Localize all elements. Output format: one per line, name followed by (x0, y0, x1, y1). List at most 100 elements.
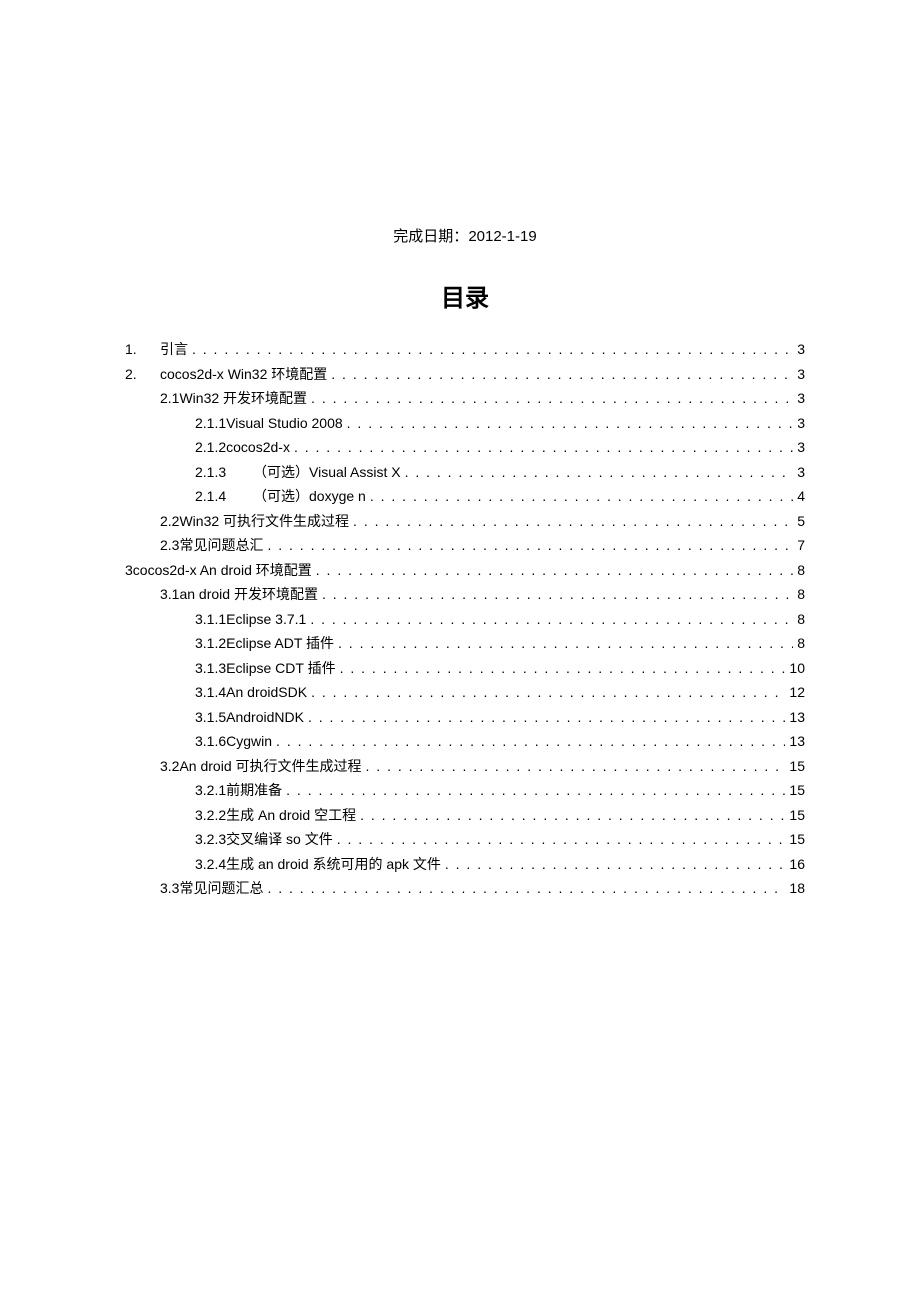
toc-entry-number: 3.2.2 (195, 803, 226, 828)
toc-entry-number: 2.1.4 (195, 484, 253, 509)
toc-entry-page: 15 (789, 778, 805, 803)
toc-entry-number: 2.1.3 (195, 460, 253, 485)
toc-entry: 2.cocos2d-x Win32 环境配置. . . . . . . . . … (125, 362, 805, 387)
toc-entry-title: 引言 (160, 337, 188, 362)
toc-entry: 2.1.1 Visual Studio 2008. . . . . . . . … (125, 411, 805, 436)
toc-entry-page: 10 (789, 656, 805, 681)
toc-entry-number: 3.2.3 (195, 827, 226, 852)
toc-entry-title: an droid 开发环境配置 (179, 582, 317, 607)
toc-leader-dots: . . . . . . . . . . . . . . . . . . . . … (340, 656, 786, 681)
completion-date-value: 2012-1-19 (468, 228, 536, 245)
toc-entry: 3.1 an droid 开发环境配置. . . . . . . . . . .… (125, 582, 805, 607)
toc-entry-number: 2.1 (160, 386, 179, 411)
toc-entry-page: 15 (789, 803, 805, 828)
completion-date-label: 完成日期： (393, 228, 468, 245)
toc-leader-dots: . . . . . . . . . . . . . . . . . . . . … (311, 386, 793, 411)
toc-leader-dots: . . . . . . . . . . . . . . . . . . . . … (322, 582, 793, 607)
toc-entry-title: 常见问题汇总 (179, 876, 263, 901)
toc-leader-dots: . . . . . . . . . . . . . . . . . . . . … (311, 680, 785, 705)
toc-entry-page: 3 (797, 337, 805, 362)
toc-entry-page: 4 (797, 484, 805, 509)
toc-entry-title: Eclipse 3.7.1 (226, 607, 306, 632)
toc-entry-page: 15 (789, 827, 805, 852)
toc-leader-dots: . . . . . . . . . . . . . . . . . . . . … (308, 705, 785, 730)
toc-entry-title: 生成 an droid 系统可用的 apk 文件 (226, 852, 441, 877)
completion-date-line: 完成日期：2012-1-19 (125, 225, 805, 246)
toc-leader-dots: . . . . . . . . . . . . . . . . . . . . … (267, 533, 793, 558)
toc-entry: 3.1.1 Eclipse 3.7.1. . . . . . . . . . .… (125, 607, 805, 632)
toc-leader-dots: . . . . . . . . . . . . . . . . . . . . … (405, 460, 794, 485)
toc-leader-dots: . . . . . . . . . . . . . . . . . . . . … (353, 509, 793, 534)
toc-entry: 3.1.6 Cygwin. . . . . . . . . . . . . . … (125, 729, 805, 754)
toc-leader-dots: . . . . . . . . . . . . . . . . . . . . … (347, 411, 794, 436)
toc-entry: 3.1.5 AndroidNDK. . . . . . . . . . . . … (125, 705, 805, 730)
toc-leader-dots: . . . . . . . . . . . . . . . . . . . . … (310, 607, 793, 632)
toc-entry-page: 13 (789, 705, 805, 730)
toc-entry: 3.3 常见问题汇总. . . . . . . . . . . . . . . … (125, 876, 805, 901)
toc-entry: 2.1.3（可选）Visual Assist X. . . . . . . . … (125, 460, 805, 485)
toc-entry: 3.2.3 交叉编译 so 文件. . . . . . . . . . . . … (125, 827, 805, 852)
toc-entry-title: 前期准备 (226, 778, 282, 803)
toc-entry-title: Eclipse ADT 插件 (226, 631, 334, 656)
toc-entry-number: 2.3 (160, 533, 179, 558)
toc-entry-title: AndroidNDK (226, 705, 304, 730)
toc-entry-page: 8 (797, 631, 805, 656)
toc-entry-page: 15 (789, 754, 805, 779)
toc-leader-dots: . . . . . . . . . . . . . . . . . . . . … (337, 827, 786, 852)
toc-leader-dots: . . . . . . . . . . . . . . . . . . . . … (366, 754, 786, 779)
toc-entry: 2.3 常见问题总汇. . . . . . . . . . . . . . . … (125, 533, 805, 558)
toc-entry-page: 3 (797, 411, 805, 436)
toc-entry-number: 3.1.5 (195, 705, 226, 730)
toc-entry-number: 3.1.3 (195, 656, 226, 681)
toc-entry-title: cocos2d-x An droid 环境配置 (133, 558, 312, 583)
toc-leader-dots: . . . . . . . . . . . . . . . . . . . . … (286, 778, 785, 803)
toc-entry: 1.引言. . . . . . . . . . . . . . . . . . … (125, 337, 805, 362)
toc-entry-title: Eclipse CDT 插件 (226, 656, 335, 681)
toc-entry-title: Visual Studio 2008 (226, 411, 343, 436)
toc-entry: 3.2.1 前期准备. . . . . . . . . . . . . . . … (125, 778, 805, 803)
toc-entry-page: 3 (797, 460, 805, 485)
toc-leader-dots: . . . . . . . . . . . . . . . . . . . . … (316, 558, 793, 583)
toc-entry: 2.1.2 cocos2d-x. . . . . . . . . . . . .… (125, 435, 805, 460)
toc-entry-title: Win32 可执行文件生成过程 (179, 509, 349, 534)
toc-entry: 3.1.2 Eclipse ADT 插件. . . . . . . . . . … (125, 631, 805, 656)
toc-leader-dots: . . . . . . . . . . . . . . . . . . . . … (370, 484, 793, 509)
toc-entry-number: 3.1.1 (195, 607, 226, 632)
toc-entry-number: 3.3 (160, 876, 179, 901)
toc-entry-page: 8 (797, 582, 805, 607)
toc-entry-title: cocos2d-x Win32 环境配置 (160, 362, 327, 387)
toc-entry-number: 2.2 (160, 509, 179, 534)
toc-entry-number: 3.2.4 (195, 852, 226, 877)
toc-entry-title: 交叉编译 so 文件 (226, 827, 333, 852)
toc-entry-title: 生成 An droid 空工程 (226, 803, 356, 828)
toc-entry-title: cocos2d-x (226, 435, 290, 460)
toc-leader-dots: . . . . . . . . . . . . . . . . . . . . … (338, 631, 793, 656)
toc-entry-title: （可选）doxyge n (253, 484, 366, 509)
toc-entry-page: 8 (797, 607, 805, 632)
toc-entry-number: 3.1.6 (195, 729, 226, 754)
toc-leader-dots: . . . . . . . . . . . . . . . . . . . . … (192, 337, 793, 362)
toc-entry-title: Win32 开发环境配置 (179, 386, 307, 411)
toc-entry: 3.1.3 Eclipse CDT 插件. . . . . . . . . . … (125, 656, 805, 681)
toc-entry: 2.1 Win32 开发环境配置. . . . . . . . . . . . … (125, 386, 805, 411)
toc-entry: 3.2 An droid 可执行文件生成过程. . . . . . . . . … (125, 754, 805, 779)
toc-entry: 3.2.2 生成 An droid 空工程. . . . . . . . . .… (125, 803, 805, 828)
toc-leader-dots: . . . . . . . . . . . . . . . . . . . . … (294, 435, 793, 460)
toc-entry-page: 3 (797, 386, 805, 411)
toc-leader-dots: . . . . . . . . . . . . . . . . . . . . … (445, 852, 786, 877)
toc-entry-title: Cygwin (226, 729, 272, 754)
toc-entry-page: 3 (797, 435, 805, 460)
toc-entry-page: 7 (797, 533, 805, 558)
toc-entry-title: 常见问题总汇 (179, 533, 263, 558)
toc-entry-title: （可选）Visual Assist X (253, 460, 401, 485)
toc-list: 1.引言. . . . . . . . . . . . . . . . . . … (125, 337, 805, 901)
toc-entry-page: 18 (789, 876, 805, 901)
toc-entry-title: An droid 可执行文件生成过程 (179, 754, 361, 779)
toc-entry-page: 13 (789, 729, 805, 754)
toc-entry-number: 2. (125, 362, 160, 387)
toc-entry-page: 5 (797, 509, 805, 534)
toc-entry: 2.2 Win32 可执行文件生成过程. . . . . . . . . . .… (125, 509, 805, 534)
toc-entry: 3.1.4 An droidSDK. . . . . . . . . . . .… (125, 680, 805, 705)
toc-leader-dots: . . . . . . . . . . . . . . . . . . . . … (360, 803, 785, 828)
toc-entry: 3 cocos2d-x An droid 环境配置. . . . . . . .… (125, 558, 805, 583)
